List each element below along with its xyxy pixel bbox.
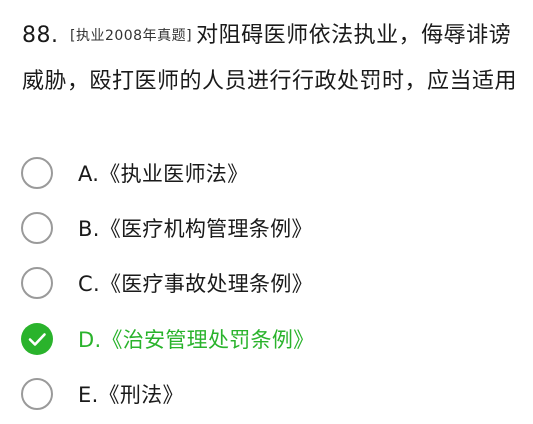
checkmark-icon[interactable] xyxy=(21,323,53,355)
option-b[interactable]: B.《医疗机构管理条例》 xyxy=(0,208,533,248)
radio-unchecked-icon[interactable] xyxy=(21,267,53,299)
radio-unchecked-icon[interactable] xyxy=(21,212,53,244)
option-e[interactable]: E.《刑法》 xyxy=(0,374,533,414)
option-e-label: E.《刑法》 xyxy=(78,383,184,407)
option-c-label: C.《医疗事故处理条例》 xyxy=(78,272,313,296)
option-d-label: D.《治安管理处罚条例》 xyxy=(78,328,315,352)
radio-unchecked-icon[interactable] xyxy=(21,378,53,410)
option-c[interactable]: C.《医疗事故处理条例》 xyxy=(0,263,533,303)
option-b-label: B.《医疗机构管理条例》 xyxy=(78,217,313,241)
question-stem: 88. [执业2008年真题] 对阻碍医师依法执业，侮辱诽谤威胁，殴打医师的人员进… xyxy=(22,14,517,103)
option-d[interactable]: D.《治安管理处罚条例》 xyxy=(0,319,533,359)
exam-source-tag: [执业2008年真题] xyxy=(70,28,193,44)
question-number: 88. xyxy=(22,23,59,48)
radio-unchecked-icon[interactable] xyxy=(21,157,53,189)
option-a-label: A.《执业医师法》 xyxy=(78,162,249,186)
option-a[interactable]: A.《执业医师法》 xyxy=(0,153,533,193)
